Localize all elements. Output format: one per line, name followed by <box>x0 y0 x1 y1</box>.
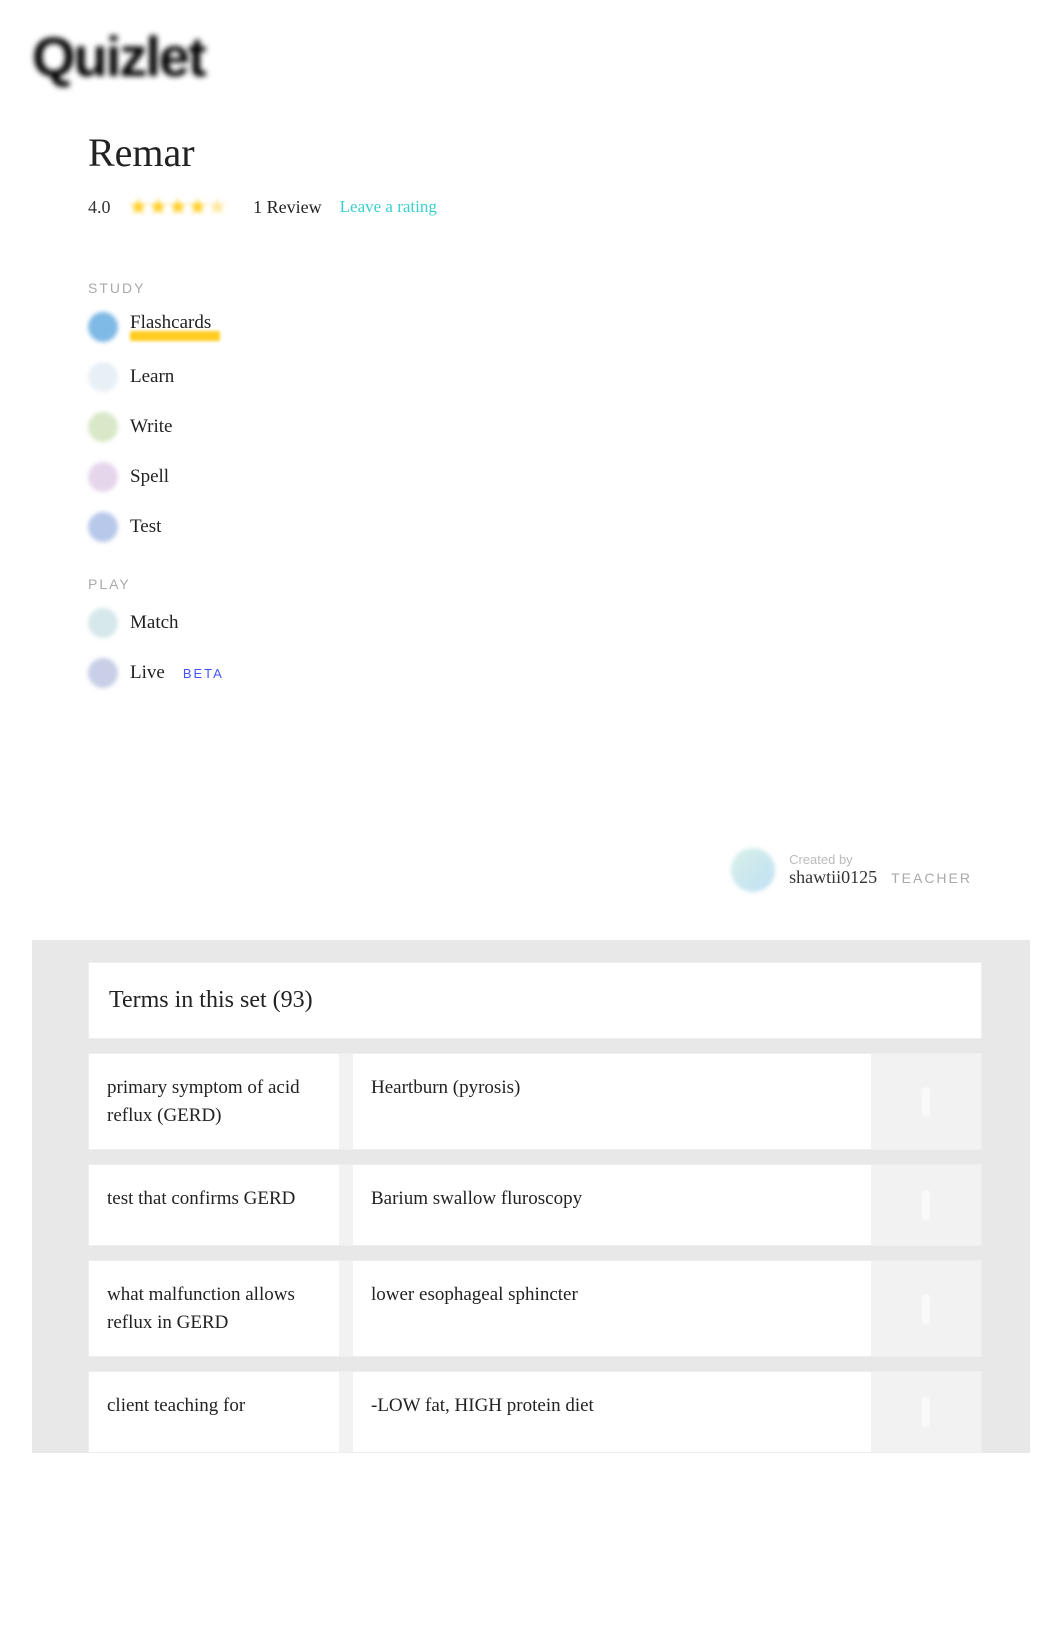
spell-icon <box>88 462 118 492</box>
definition-text: Barium swallow fluroscopy <box>353 1165 871 1245</box>
mode-label: Test <box>130 516 161 538</box>
term-text: test that confirms GERD <box>89 1165 339 1245</box>
play-mode-list: Match Live BETA <box>88 608 982 688</box>
study-section-label: STUDY <box>88 280 982 296</box>
term-text: client teaching for <box>89 1372 339 1452</box>
mode-label: Live <box>130 662 165 684</box>
term-divider <box>339 1372 353 1452</box>
mode-flashcards[interactable]: Flashcards <box>88 312 982 342</box>
rating-score: 4.0 <box>88 197 111 218</box>
star-icon: ★ <box>207 194 227 219</box>
mode-label: Match <box>130 612 179 634</box>
mode-label: Spell <box>130 466 169 488</box>
creator-name[interactable]: shawtii0125 <box>789 867 877 888</box>
term-card: client teaching for -LOW fat, HIGH prote… <box>88 1371 982 1453</box>
review-count: 1 Review <box>253 197 321 218</box>
term-divider <box>339 1054 353 1149</box>
term-text: what malfunction allows reflux in GERD <box>89 1261 339 1356</box>
term-divider <box>339 1261 353 1356</box>
definition-text: -LOW fat, HIGH protein diet <box>353 1372 871 1452</box>
star-icon: ★ <box>168 194 188 219</box>
learn-icon <box>88 362 118 392</box>
leave-rating-link[interactable]: Leave a rating <box>340 197 437 217</box>
definition-text: Heartburn (pyrosis) <box>353 1054 871 1149</box>
mode-match[interactable]: Match <box>88 608 982 638</box>
mode-write[interactable]: Write <box>88 412 982 442</box>
terms-section: Terms in this set (93) primary symptom o… <box>32 940 1030 1453</box>
star-icon: ★ <box>129 194 149 219</box>
creator-block: Created by shawtii0125 TEACHER <box>88 848 982 892</box>
mode-label: Learn <box>130 366 174 388</box>
flashcards-icon <box>88 312 118 342</box>
term-actions[interactable] <box>871 1372 981 1452</box>
page-title: Remar <box>88 129 982 176</box>
match-icon <box>88 608 118 638</box>
mode-live[interactable]: Live BETA <box>88 658 982 688</box>
star-icon: ★ <box>148 194 168 219</box>
mode-spell[interactable]: Spell <box>88 462 982 492</box>
term-card: what malfunction allows reflux in GERD l… <box>88 1260 982 1357</box>
term-divider <box>339 1165 353 1245</box>
created-by-label: Created by <box>789 852 972 867</box>
term-actions[interactable] <box>871 1165 981 1245</box>
study-mode-list: Flashcards Learn Write Spell Test <box>88 312 982 542</box>
term-text: primary symptom of acid reflux (GERD) <box>89 1054 339 1149</box>
star-icon: ★ <box>188 194 208 219</box>
rating-stars: ★★★★★ <box>129 194 228 220</box>
test-icon <box>88 512 118 542</box>
rating-row: 4.0 ★★★★★ 1 Review Leave a rating <box>88 194 982 220</box>
mode-test[interactable]: Test <box>88 512 982 542</box>
definition-text: lower esophageal sphincter <box>353 1261 871 1356</box>
live-icon <box>88 658 118 688</box>
play-section-label: PLAY <box>88 576 982 592</box>
terms-header: Terms in this set (93) <box>88 962 982 1039</box>
mode-label: Flashcards <box>130 313 220 342</box>
mode-learn[interactable]: Learn <box>88 362 982 392</box>
write-icon <box>88 412 118 442</box>
teacher-badge: TEACHER <box>891 870 972 886</box>
beta-badge: BETA <box>183 666 224 681</box>
term-actions[interactable] <box>871 1261 981 1356</box>
avatar[interactable] <box>731 848 775 892</box>
brand-logo: Quizlet <box>32 24 1030 89</box>
term-card: test that confirms GERD Barium swallow f… <box>88 1164 982 1246</box>
term-card: primary symptom of acid reflux (GERD) He… <box>88 1053 982 1150</box>
mode-label: Write <box>130 416 173 438</box>
term-actions[interactable] <box>871 1054 981 1149</box>
